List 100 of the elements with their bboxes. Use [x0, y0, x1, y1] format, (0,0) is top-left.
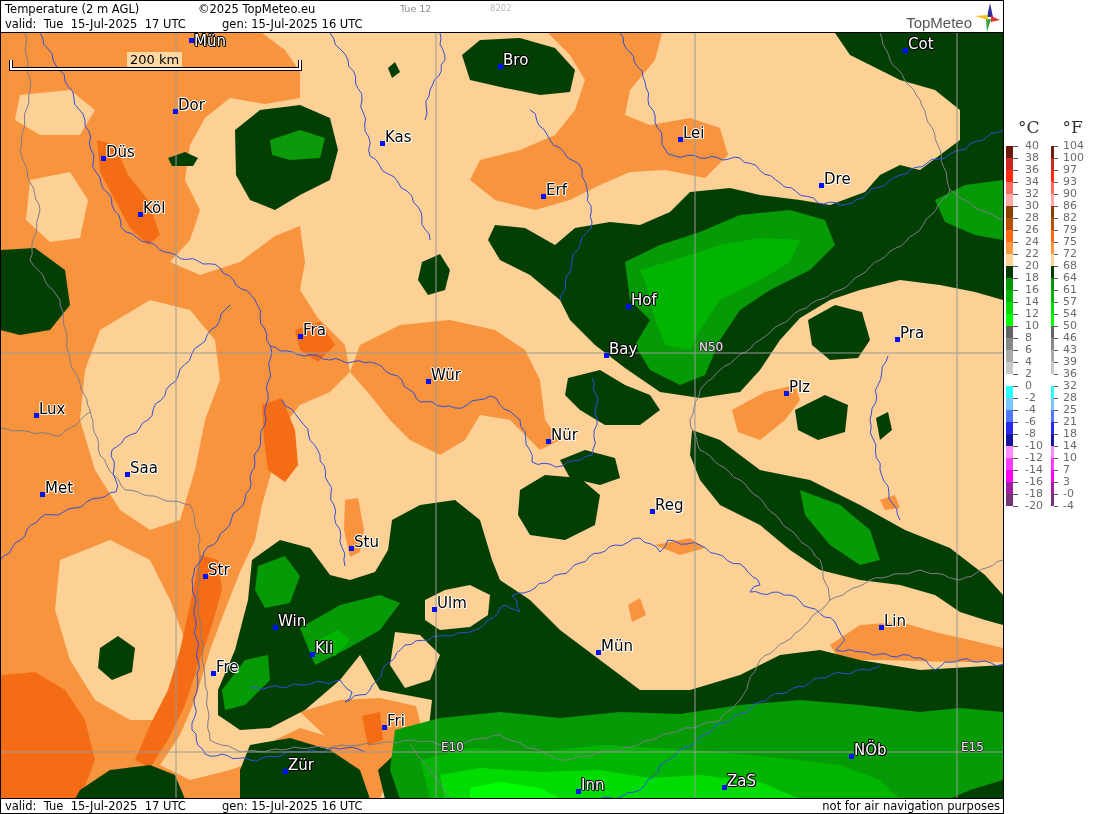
celsius-value: 36: [1025, 164, 1039, 176]
celsius-value: -8: [1025, 428, 1036, 440]
tick-icon: [1054, 241, 1058, 243]
fahrenheit-value: 97: [1063, 164, 1077, 176]
city-marker-icon: [678, 137, 683, 142]
tick-icon: [1054, 409, 1058, 411]
valid-time: valid: Tue 15-Jul-2025 17 UTC: [5, 799, 186, 813]
celsius-value: -4: [1025, 404, 1036, 416]
celsius-value: -20: [1025, 500, 1043, 512]
city-label: Kli: [315, 640, 334, 657]
tick-icon: [1013, 193, 1018, 195]
city-label: Bro: [503, 52, 529, 69]
fahrenheit-value: 3: [1063, 476, 1070, 488]
tick-icon: [1054, 385, 1058, 387]
city-label: Inn: [581, 777, 605, 794]
fahrenheit-value: 61: [1063, 284, 1077, 296]
city-marker-icon: [211, 671, 216, 676]
city-marker-icon: [576, 789, 581, 794]
product-code: 8202: [490, 3, 512, 14]
celsius-value: -14: [1025, 464, 1043, 476]
city-label: Fri: [387, 713, 405, 730]
tick-icon: [1054, 325, 1058, 327]
celsius-value: -10: [1025, 440, 1043, 452]
tick-icon: [1013, 409, 1018, 411]
tick-icon: [1054, 289, 1058, 291]
city-marker-icon: [101, 156, 106, 161]
fahrenheit-value: 43: [1063, 344, 1077, 356]
fahrenheit-value: 72: [1063, 248, 1077, 260]
city-marker-icon: [541, 194, 546, 199]
tick-icon: [1054, 193, 1058, 195]
celsius-value: -12: [1025, 452, 1043, 464]
city-marker-icon: [784, 391, 789, 396]
city-marker-icon: [349, 546, 354, 551]
city-label: Lei: [683, 125, 705, 142]
tick-icon: [1013, 289, 1018, 291]
celsius-value: 10: [1025, 320, 1039, 332]
fahrenheit-value: 18: [1063, 428, 1077, 440]
city-label: ZaS: [727, 773, 756, 790]
tick-icon: [1054, 421, 1058, 423]
city-marker-icon: [546, 439, 551, 444]
city-label: Köl: [143, 200, 166, 217]
fahrenheit-value: 46: [1063, 332, 1077, 344]
city-marker-icon: [604, 353, 609, 358]
tick-icon: [1054, 337, 1058, 339]
city-label: Wür: [431, 367, 461, 384]
tick-icon: [1054, 217, 1058, 219]
generated-time: gen: 15-Jul-2025 16 UTC: [222, 799, 363, 813]
fahrenheit-value: 93: [1063, 176, 1077, 188]
city-marker-icon: [879, 625, 884, 630]
tick-icon: [1013, 421, 1018, 423]
fahrenheit-value: 68: [1063, 260, 1077, 272]
city-label: Stu: [354, 534, 379, 551]
city-label: Zür: [288, 757, 314, 774]
celsius-value: -6: [1025, 416, 1036, 428]
fahrenheit-value: 50: [1063, 320, 1077, 332]
tick-icon: [1054, 361, 1058, 363]
tick-icon: [1054, 253, 1058, 255]
city-label: Lux: [39, 401, 66, 418]
celsius-value: 8: [1025, 332, 1032, 344]
city-label: Reg: [655, 497, 684, 514]
tick-icon: [1013, 229, 1018, 231]
tick-icon: [1054, 169, 1058, 171]
celsius-value: 30: [1025, 200, 1039, 212]
celsius-value: 14: [1025, 296, 1039, 308]
city-label: Bay: [609, 341, 638, 358]
city-label: Düs: [106, 144, 135, 161]
celsius-value: 2: [1025, 368, 1032, 380]
tick-icon: [1054, 301, 1058, 303]
tick-icon: [1013, 157, 1018, 159]
city-label: Kas: [385, 129, 412, 146]
fahrenheit-header: °F: [1062, 117, 1083, 137]
fahrenheit-value: 75: [1063, 236, 1077, 248]
fahrenheit-value: 36: [1063, 368, 1077, 380]
city-marker-icon: [298, 334, 303, 339]
tick-icon: [1013, 205, 1018, 207]
city-label: Mün: [601, 638, 633, 655]
copyright-text: ©2025 TopMeteo.eu: [198, 1, 316, 16]
city-marker-icon: [310, 652, 315, 657]
city-label: NÖb: [854, 742, 887, 759]
tick-icon: [1054, 349, 1058, 351]
tick-icon: [1054, 229, 1058, 231]
celsius-value: 32: [1025, 188, 1039, 200]
tick-icon: [1013, 361, 1018, 363]
celsius-value: 38: [1025, 152, 1039, 164]
celsius-value: 12: [1025, 308, 1039, 320]
tick-icon: [1013, 505, 1018, 507]
city-label: Str: [208, 562, 230, 579]
celsius-value: 24: [1025, 236, 1039, 248]
tick-icon: [1013, 457, 1018, 459]
tick-icon: [1013, 253, 1018, 255]
fahrenheit-value: 79: [1063, 224, 1077, 236]
tick-icon: [1013, 145, 1018, 147]
city-label: Plz: [789, 379, 811, 396]
celsius-value: 34: [1025, 176, 1039, 188]
tick-icon: [1013, 385, 1018, 387]
tick-icon: [1013, 469, 1018, 471]
city-marker-icon: [722, 785, 727, 790]
tick-icon: [1054, 205, 1058, 207]
fahrenheit-value: -4: [1063, 500, 1074, 512]
fahrenheit-value: 64: [1063, 272, 1077, 284]
